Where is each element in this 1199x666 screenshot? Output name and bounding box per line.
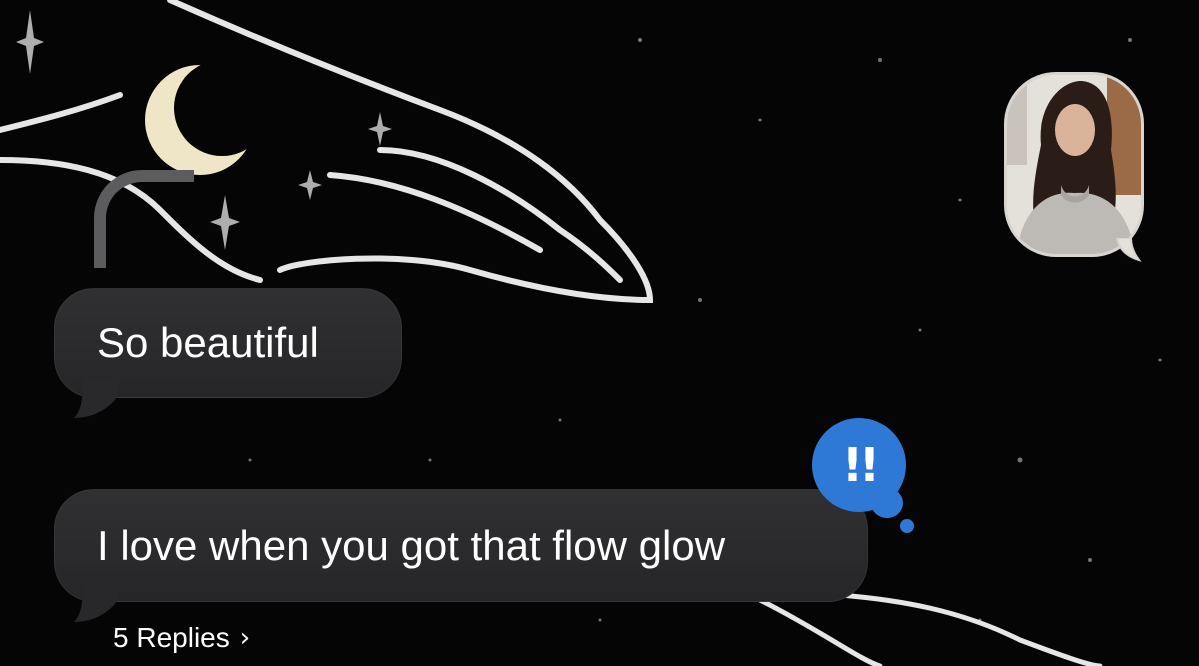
message-bubble[interactable]: I love when you got that flow glow <box>54 489 868 602</box>
person-photo-icon <box>1007 75 1141 254</box>
tapback-symbol: !! <box>842 438 880 492</box>
second-hand-outline <box>757 592 1103 666</box>
tapback-tail-dot <box>900 519 914 533</box>
replies-label: 5 Replies <box>113 622 230 653</box>
contact-photo-bubble[interactable] <box>1004 72 1149 280</box>
message-text: So beautiful <box>97 319 319 366</box>
reply-thread-line <box>94 170 194 268</box>
bubble-tail <box>74 584 118 622</box>
bubble-tail <box>74 380 118 418</box>
chevron-right-icon: › <box>239 623 251 653</box>
moon-icon <box>145 60 270 175</box>
tapback-tail-dot <box>871 488 903 518</box>
avatar-bubble-tail <box>1115 238 1142 262</box>
replies-link[interactable]: 5 Replies › <box>113 622 250 654</box>
message-text: I love when you got that flow glow <box>97 521 726 569</box>
avatar <box>1004 72 1144 257</box>
